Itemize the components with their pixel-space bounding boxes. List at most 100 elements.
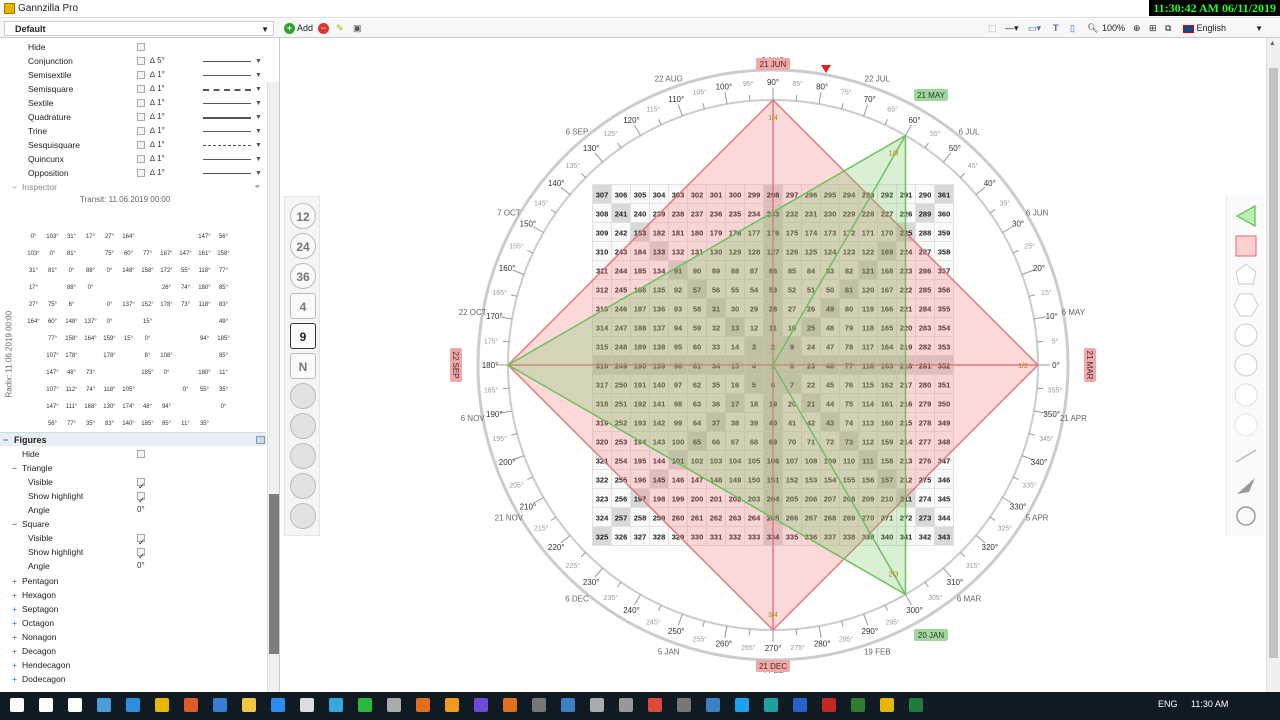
square-highlight-row[interactable]: Show highlight ✓ [0, 545, 266, 561]
search-icon[interactable] [39, 698, 53, 712]
aspect-checkbox[interactable] [137, 169, 145, 177]
aspect-checkbox[interactable] [137, 43, 145, 51]
page-tool[interactable]: ▯ [1070, 21, 1082, 36]
aspect-row[interactable]: Opposition ∆ 1° ▼ [0, 166, 266, 180]
app-icon[interactable] [474, 698, 488, 712]
aspect-checkbox[interactable] [137, 71, 145, 79]
chevron-down-icon[interactable]: ▼ [255, 167, 262, 181]
gann-square-chart[interactable]: 90° 85° 80° 75° 70° 65° 60° 55° 50° 45° 40° 35° 30° 2… [280, 38, 1225, 692]
brave-icon[interactable] [184, 698, 198, 712]
zoom-level[interactable]: 100% [1102, 21, 1132, 36]
zoom-in-button[interactable]: ⊕ [1133, 21, 1145, 36]
line-style-preview[interactable] [203, 117, 251, 119]
pointer-tool[interactable]: ⬚ [988, 21, 1000, 36]
zoom-out-button[interactable]: 🔍︎ [1087, 21, 1099, 36]
square-row[interactable]: − Square [0, 517, 266, 531]
chevron-down-icon[interactable]: ▼ [255, 97, 262, 111]
chevron-down-icon[interactable]: ▼ [255, 55, 262, 69]
app-icon[interactable] [793, 698, 807, 712]
aspect-row[interactable]: Trine ∆ 1° ▼ [0, 124, 266, 138]
aspect-orb[interactable]: ∆ 1° [150, 166, 165, 180]
aspect-orb[interactable]: ∆ 1° [150, 68, 165, 82]
gannzilla-icon[interactable] [880, 698, 894, 712]
line-style-preview[interactable] [203, 131, 251, 132]
line-style-preview[interactable] [203, 145, 251, 146]
language-select[interactable]: English ▼ [1183, 21, 1263, 36]
shape-tool[interactable]: ▭▾ [1028, 21, 1050, 36]
calculator-icon[interactable] [387, 698, 401, 712]
telegram-icon[interactable] [329, 698, 343, 712]
aspect-checkbox[interactable] [137, 141, 145, 149]
hexagon-tool-icon[interactable] [1233, 293, 1259, 317]
language-indicator[interactable]: ENG [1158, 699, 1178, 709]
aspect-orb[interactable]: ∆ 1° [150, 138, 165, 152]
app-icon[interactable] [503, 698, 517, 712]
angle-value[interactable]: 0° [137, 503, 145, 517]
dropbox-icon[interactable] [271, 698, 285, 712]
panel-scrollbar[interactable] [267, 82, 279, 692]
line-style-preview[interactable] [203, 103, 251, 104]
figures-settings-icon[interactable] [256, 436, 265, 444]
edge-icon[interactable] [126, 698, 140, 712]
visible-checkbox[interactable]: ✓ [137, 478, 145, 491]
aspect-orb[interactable]: ∆ 1° [150, 124, 165, 138]
aspect-orb[interactable]: ∆ 1° [150, 96, 165, 110]
delete-button[interactable]: − [318, 21, 330, 36]
triangle-highlight-row[interactable]: Show highlight ✓ [0, 489, 266, 505]
angle-value[interactable]: 0° [137, 559, 145, 573]
aspect-checkbox[interactable] [137, 85, 145, 93]
save-button[interactable]: ▣ [353, 21, 365, 36]
decagon-tool-icon[interactable] [1234, 413, 1258, 437]
app-icon[interactable] [445, 698, 459, 712]
app-icon[interactable] [561, 698, 575, 712]
app-icon[interactable] [532, 698, 546, 712]
octagon-tool-icon[interactable] [1234, 353, 1258, 377]
app-icon[interactable] [677, 698, 691, 712]
whatsapp-icon[interactable] [358, 698, 372, 712]
highlight-checkbox[interactable]: ✓ [137, 548, 145, 561]
chrome-icon[interactable] [155, 698, 169, 712]
figure-row[interactable]: + Dodecagon [0, 672, 266, 686]
app-icon[interactable] [648, 698, 662, 712]
chevron-down-icon[interactable]: ▼ [255, 139, 262, 153]
square-tool-icon[interactable] [1235, 235, 1257, 257]
figures-header[interactable]: − Figures [0, 432, 266, 446]
app-icon[interactable] [619, 698, 633, 712]
visible-checkbox[interactable]: ✓ [137, 534, 145, 547]
text-tool[interactable]: T [1053, 21, 1065, 36]
app-icon[interactable] [822, 698, 836, 712]
store-icon[interactable] [213, 698, 227, 712]
aspect-checkbox[interactable] [137, 113, 145, 121]
app-icon[interactable] [416, 698, 430, 712]
windows-icon[interactable] [10, 698, 24, 712]
scrollbar-thumb[interactable] [269, 494, 279, 654]
line-style-preview[interactable] [203, 159, 251, 160]
aspect-checkbox[interactable] [137, 99, 145, 107]
app-icon[interactable] [590, 698, 604, 712]
figure-row[interactable]: + Septagon [0, 602, 266, 616]
aspect-checkbox[interactable] [137, 155, 145, 163]
line-style-preview[interactable] [203, 61, 251, 62]
profile-select[interactable]: Default ▼ [4, 21, 274, 36]
aspect-orb[interactable]: ∆ 1° [150, 152, 165, 166]
chevron-down-icon[interactable]: ▼ [255, 125, 262, 139]
inspector-header[interactable]: − Inspector ⚭ [0, 180, 266, 194]
hide-checkbox[interactable] [137, 450, 145, 458]
line-style-preview[interactable] [203, 75, 251, 76]
aspect-row[interactable]: Quincunx ∆ 1° ▼ [0, 152, 266, 166]
chevron-down-icon[interactable]: ▼ [255, 69, 262, 83]
app-icon[interactable] [97, 698, 111, 712]
aspect-row[interactable]: Semisquare ∆ 1° ▼ [0, 82, 266, 96]
square-visible-row[interactable]: Visible ✓ [0, 531, 266, 547]
edit-button[interactable]: ✎ [336, 21, 348, 36]
triangle-angle-row[interactable]: Angle 0° [0, 503, 266, 517]
scrollbar-thumb[interactable] [1269, 68, 1278, 658]
add-button[interactable]: + Add [284, 21, 314, 36]
aspect-orb[interactable]: ∆ 5° [150, 54, 165, 68]
line-style-preview[interactable] [203, 173, 251, 174]
aspect-orb[interactable]: ∆ 1° [150, 82, 165, 96]
aspect-row[interactable]: Hide [0, 40, 266, 54]
fit-button[interactable]: ⊞ [1149, 21, 1161, 36]
aspect-row[interactable]: Quadrature ∆ 1° ▼ [0, 110, 266, 124]
aspect-row[interactable]: Semisextile ∆ 1° ▼ [0, 68, 266, 82]
